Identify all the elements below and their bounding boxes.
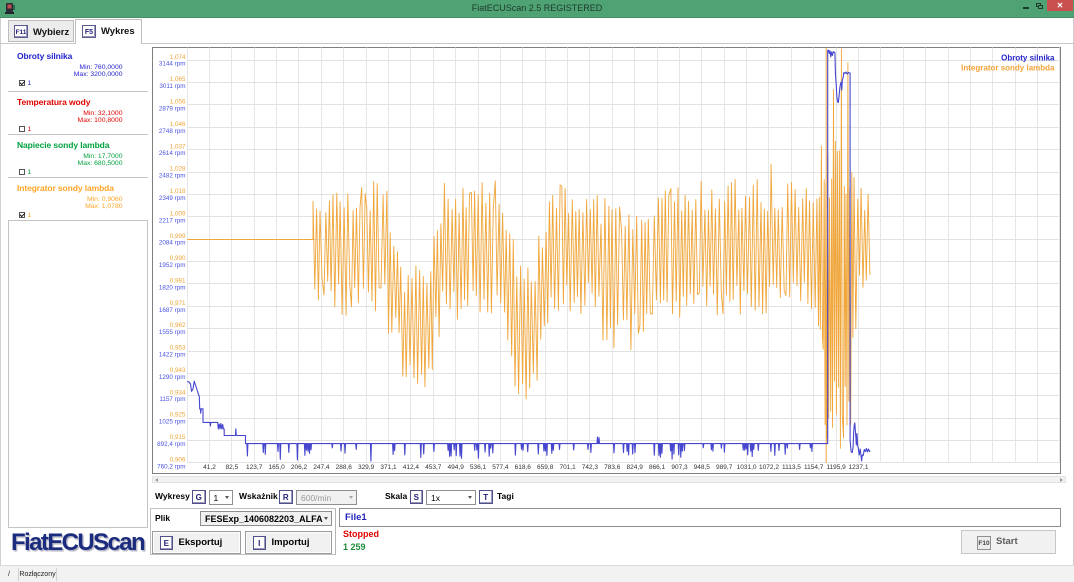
svg-text:760,2 rpm: 760,2 rpm xyxy=(157,463,185,470)
svg-text:494,9: 494,9 xyxy=(448,464,465,471)
svg-text:1154,7: 1154,7 xyxy=(804,464,824,471)
svg-text:948,5: 948,5 xyxy=(694,464,711,471)
svg-text:329,9: 329,9 xyxy=(358,464,375,471)
svg-text:2748 rpm: 2748 rpm xyxy=(159,128,186,135)
svg-text:783,6: 783,6 xyxy=(604,464,621,471)
svg-text:989,7: 989,7 xyxy=(716,464,733,471)
svg-text:288,6: 288,6 xyxy=(336,464,353,471)
svg-text:Integrator sondy lambda: Integrator sondy lambda xyxy=(961,64,1055,73)
svg-text:1113,5: 1113,5 xyxy=(782,464,801,471)
svg-text:1290 rpm: 1290 rpm xyxy=(159,374,186,381)
svg-text:2482 rpm: 2482 rpm xyxy=(159,173,186,180)
svg-text:536,1: 536,1 xyxy=(470,464,487,471)
svg-text:41,2: 41,2 xyxy=(203,464,216,471)
svg-text:1555 rpm: 1555 rpm xyxy=(159,329,186,336)
svg-text:1157 rpm: 1157 rpm xyxy=(159,396,185,403)
svg-text:453,7: 453,7 xyxy=(425,464,442,471)
svg-text:2084 rpm: 2084 rpm xyxy=(159,240,186,247)
svg-text:1195,9: 1195,9 xyxy=(826,464,846,471)
svg-text:1952 rpm: 1952 rpm xyxy=(159,262,186,269)
svg-text:1687 rpm: 1687 rpm xyxy=(159,307,186,314)
svg-text:618,6: 618,6 xyxy=(515,464,532,471)
svg-text:Obroty silnika: Obroty silnika xyxy=(1001,54,1055,63)
svg-text:2614 rpm: 2614 rpm xyxy=(159,150,186,157)
svg-text:3144 rpm: 3144 rpm xyxy=(159,61,186,68)
svg-text:824,9: 824,9 xyxy=(627,464,644,471)
svg-text:2217 rpm: 2217 rpm xyxy=(159,217,186,224)
svg-text:1422 rpm: 1422 rpm xyxy=(159,352,186,359)
svg-text:206,2: 206,2 xyxy=(291,464,308,471)
svg-text:82,5: 82,5 xyxy=(226,464,239,471)
svg-text:701,1: 701,1 xyxy=(559,464,576,471)
svg-text:907,3: 907,3 xyxy=(671,464,688,471)
svg-text:123,7: 123,7 xyxy=(246,464,263,471)
svg-text:2879 rpm: 2879 rpm xyxy=(159,105,186,112)
svg-text:2349 rpm: 2349 rpm xyxy=(159,195,186,202)
svg-text:1237,1: 1237,1 xyxy=(849,464,869,471)
svg-text:3011 rpm: 3011 rpm xyxy=(159,83,185,90)
svg-text:1025 rpm: 1025 rpm xyxy=(159,419,186,426)
svg-text:742,3: 742,3 xyxy=(582,464,599,471)
svg-text:165,0: 165,0 xyxy=(268,464,285,471)
svg-text:1031,0: 1031,0 xyxy=(737,464,757,471)
svg-text:577,4: 577,4 xyxy=(492,464,509,471)
svg-text:1072,2: 1072,2 xyxy=(759,464,779,471)
svg-text:247,4: 247,4 xyxy=(313,464,330,471)
svg-text:1820 rpm: 1820 rpm xyxy=(159,284,186,291)
svg-text:412,4: 412,4 xyxy=(403,464,420,471)
svg-text:659,8: 659,8 xyxy=(537,464,554,471)
svg-text:866,1: 866,1 xyxy=(649,464,666,471)
svg-text:371,1: 371,1 xyxy=(380,464,397,471)
svg-text:892,4 rpm: 892,4 rpm xyxy=(157,441,185,448)
